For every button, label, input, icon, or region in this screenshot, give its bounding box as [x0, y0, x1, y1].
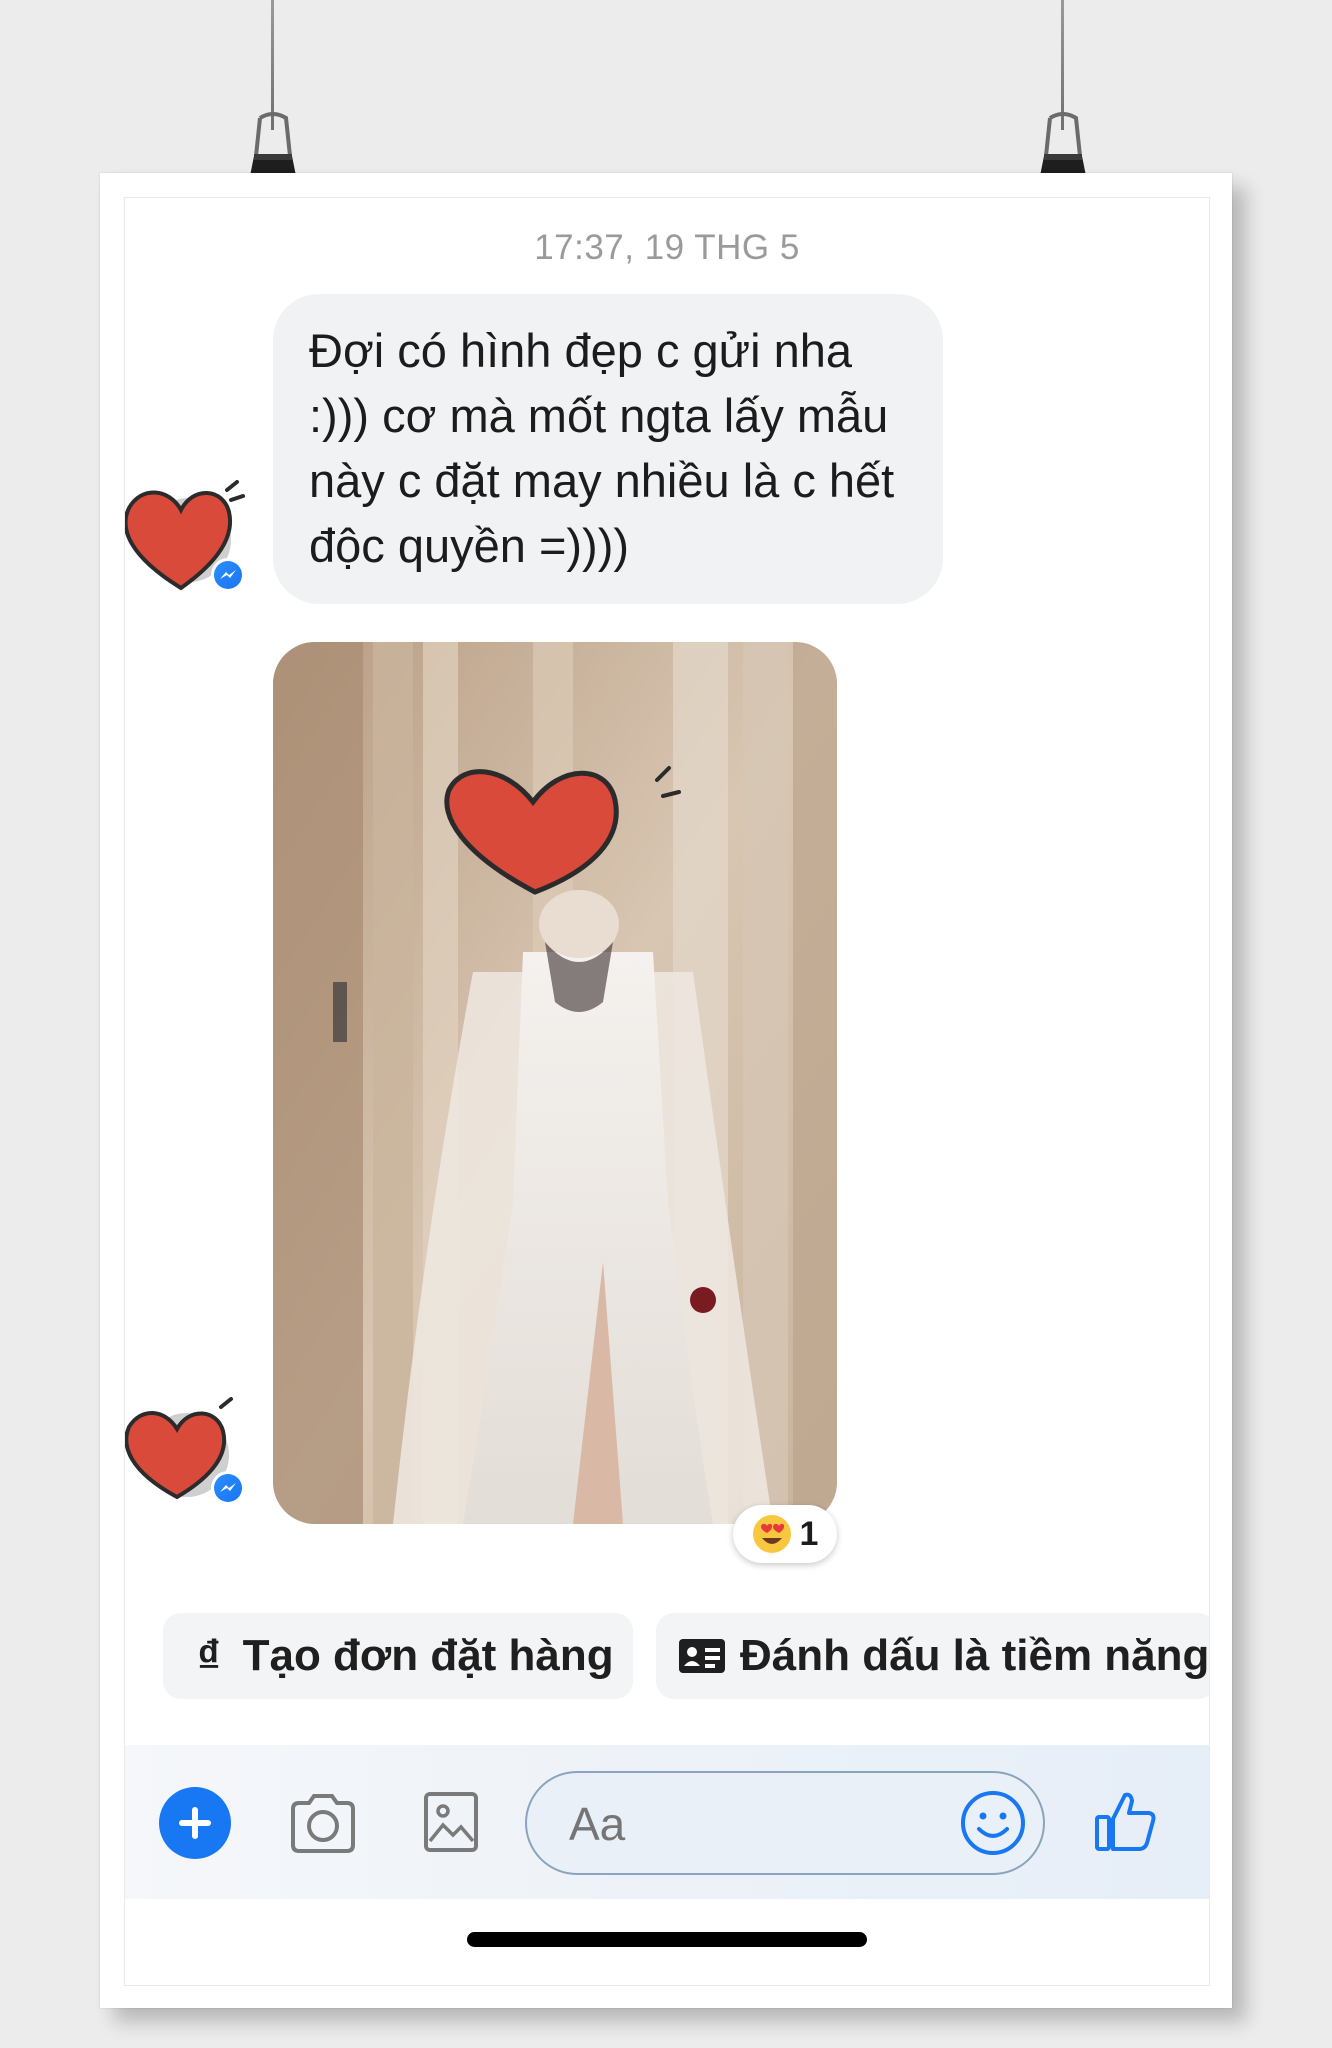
messenger-chat-screen: 17:37, 19 THG 5 Đợi có hình đẹp c gửi nh…: [124, 197, 1210, 1986]
mark-as-potential-button[interactable]: Đánh dấu là tiềm năng: [656, 1613, 1210, 1699]
image-icon[interactable]: [423, 1791, 479, 1853]
message-input-field[interactable]: [525, 1771, 1045, 1875]
message-timestamp: 17:37, 19 THG 5: [534, 228, 800, 267]
hanging-wire-right: [1061, 0, 1064, 130]
hanging-wire-left: [271, 0, 274, 130]
message-bubble[interactable]: Đợi có hình đẹp c gửi nha :))) cơ mà mốt…: [273, 294, 943, 604]
heart-eyes-emoji-icon: [752, 1515, 791, 1553]
message-composer: [125, 1745, 1209, 1899]
messenger-badge-icon: [211, 1471, 245, 1505]
dong-currency-icon: ₫: [197, 1630, 221, 1682]
hanging-paper-frame: 17:37, 19 THG 5 Đợi có hình đẹp c gửi nh…: [100, 173, 1232, 2008]
create-order-button[interactable]: ₫ Tạo đơn đặt hàng: [163, 1613, 633, 1699]
reaction-count: 1: [799, 1514, 819, 1553]
photo-attachment[interactable]: [273, 642, 837, 1524]
thumbs-up-icon[interactable]: [1091, 1787, 1159, 1855]
wedding-dress-photo: [273, 642, 837, 1524]
id-card-icon: [679, 1639, 725, 1673]
add-icon[interactable]: [159, 1787, 231, 1859]
message-input[interactable]: [567, 1773, 951, 1875]
mark-as-potential-label: Đánh dấu là tiềm năng: [740, 1631, 1210, 1680]
message-reaction[interactable]: 1: [733, 1505, 837, 1563]
sender-avatar[interactable]: [125, 1393, 247, 1513]
emoji-icon[interactable]: [959, 1789, 1027, 1857]
home-indicator[interactable]: [467, 1932, 867, 1947]
camera-icon[interactable]: [287, 1791, 359, 1855]
sender-avatar[interactable]: [125, 478, 249, 598]
create-order-label: Tạo đơn đặt hàng: [242, 1631, 614, 1680]
messenger-badge-icon: [211, 558, 245, 592]
